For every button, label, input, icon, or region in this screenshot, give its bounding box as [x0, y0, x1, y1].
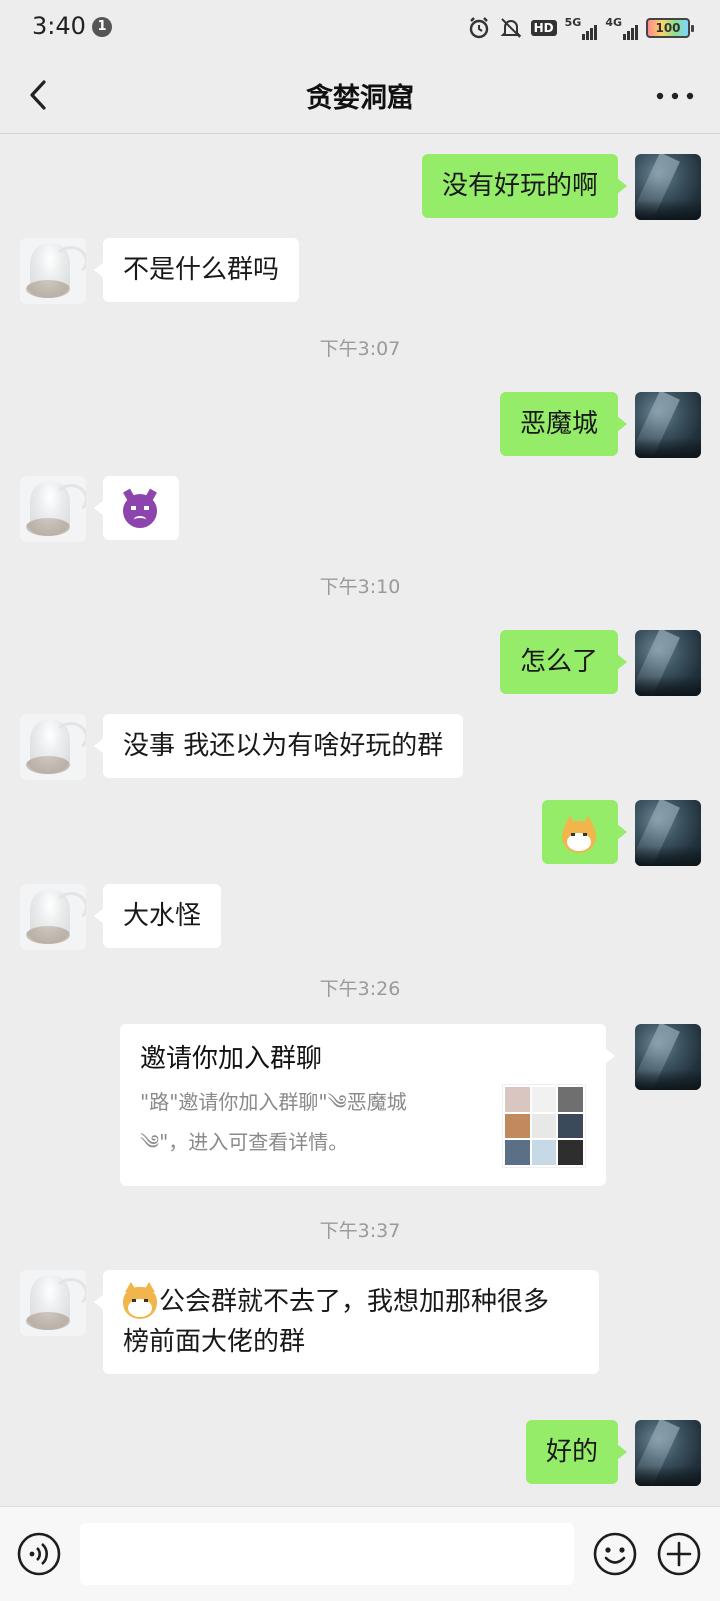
message-bubble-received[interactable]: 大水怪 — [93, 884, 222, 948]
message-text-continued: 榜前面大佬的群 — [123, 1327, 306, 1357]
battery-icon: 100 — [646, 18, 694, 38]
message-line: 公会群就不去了，我想加那种很多 — [123, 1281, 579, 1322]
invite-card-description: "路"邀请你加入群聊"༄恶魔城༄"，进入可查看详情。 — [140, 1090, 407, 1154]
message-bubble-sent[interactable] — [542, 800, 627, 864]
contact-avatar[interactable] — [20, 1270, 86, 1336]
doge-emoji — [123, 1281, 157, 1319]
voice-icon — [17, 1532, 61, 1576]
message-bubble-sent[interactable]: 好的 — [525, 1420, 628, 1484]
message-text: 怎么了 — [519, 647, 598, 677]
contact-avatar[interactable] — [20, 714, 86, 780]
message-timestamp: 下午3:10 — [319, 576, 401, 598]
my-avatar[interactable] — [635, 1024, 701, 1090]
message-text: 没有好玩的啊 — [441, 171, 598, 201]
contact-avatar[interactable] — [20, 238, 86, 304]
plus-circle-icon — [657, 1532, 701, 1576]
message-input[interactable] — [80, 1523, 574, 1585]
chat-title: 贪婪洞窟 — [306, 83, 414, 114]
contact-avatar[interactable] — [20, 884, 86, 950]
message-text: 公会群就不去了，我想加那种很多 — [159, 1287, 550, 1317]
emoji-button[interactable] — [592, 1531, 638, 1577]
group-invite-card[interactable]: 邀请你加入群聊 "路"邀请你加入群聊"༄恶魔城༄"，进入可查看详情。 — [120, 1024, 615, 1186]
doge-emoji — [562, 815, 596, 853]
alarm-icon — [469, 17, 488, 39]
input-bar — [0, 1506, 720, 1601]
net2-label: 4G — [605, 16, 622, 29]
message-bubble-received[interactable] — [94, 476, 179, 540]
my-avatar[interactable] — [635, 1420, 701, 1486]
mute-bell-icon — [500, 18, 522, 38]
my-avatar[interactable] — [635, 800, 701, 866]
message-bubble-sent[interactable]: 恶魔城 — [499, 392, 628, 456]
hd-label: HD — [530, 20, 557, 36]
my-avatar[interactable] — [635, 392, 701, 458]
more-dots-icon — [656, 92, 694, 100]
status-time: 3:40 — [32, 12, 86, 40]
message-timestamp: 下午3:26 — [319, 978, 401, 1000]
invite-card-title: 邀请你加入群聊 — [140, 1044, 323, 1074]
message-text: 恶魔城 — [519, 409, 598, 439]
more-options-button[interactable] — [652, 76, 698, 116]
status-icons: HD 5G 4G 100 — [467, 14, 694, 42]
my-avatar[interactable] — [635, 154, 701, 220]
hd-icon: HD — [530, 16, 557, 40]
net1-label: 5G — [564, 16, 582, 29]
contact-avatar[interactable] — [20, 476, 86, 542]
smiley-face-icon — [593, 1532, 637, 1576]
message-text: 好的 — [545, 1437, 598, 1467]
message-text: 没事 我还以为有啥好玩的群 — [123, 731, 444, 761]
chat-header: 贪婪洞窟 — [0, 56, 720, 134]
message-bubble-sent[interactable]: 没有好玩的啊 — [421, 154, 628, 218]
message-bubble-sent[interactable]: 怎么了 — [499, 630, 628, 694]
message-list[interactable]: 没有好玩的啊 不是什么群吗 下午3:07 恶魔城 下午3:10 怎么了 没事 我… — [0, 134, 720, 1506]
voice-input-button[interactable] — [16, 1531, 62, 1577]
message-bubble-received[interactable]: 没事 我还以为有啥好玩的群 — [93, 714, 464, 778]
group-avatar-grid — [502, 1084, 586, 1168]
message-bubble-received[interactable]: 不是什么群吗 — [93, 238, 300, 302]
message-text: 大水怪 — [123, 901, 202, 931]
message-bubble-received[interactable]: 公会群就不去了，我想加那种很多 榜前面大佬的群 — [94, 1270, 599, 1374]
more-functions-button[interactable] — [656, 1531, 702, 1577]
notification-badge: 1 — [92, 17, 112, 37]
signal-4g-icon: 4G — [605, 16, 638, 40]
status-bar: 3:40 1 HD 5G 4G 100 — [0, 0, 720, 56]
my-avatar[interactable] — [635, 630, 701, 696]
message-timestamp: 下午3:07 — [319, 338, 401, 360]
message-timestamp: 下午3:37 — [319, 1220, 401, 1242]
signal-5g-icon: 5G — [565, 16, 598, 40]
smiling-devil-emoji — [123, 493, 157, 528]
message-text: 不是什么群吗 — [123, 255, 280, 285]
